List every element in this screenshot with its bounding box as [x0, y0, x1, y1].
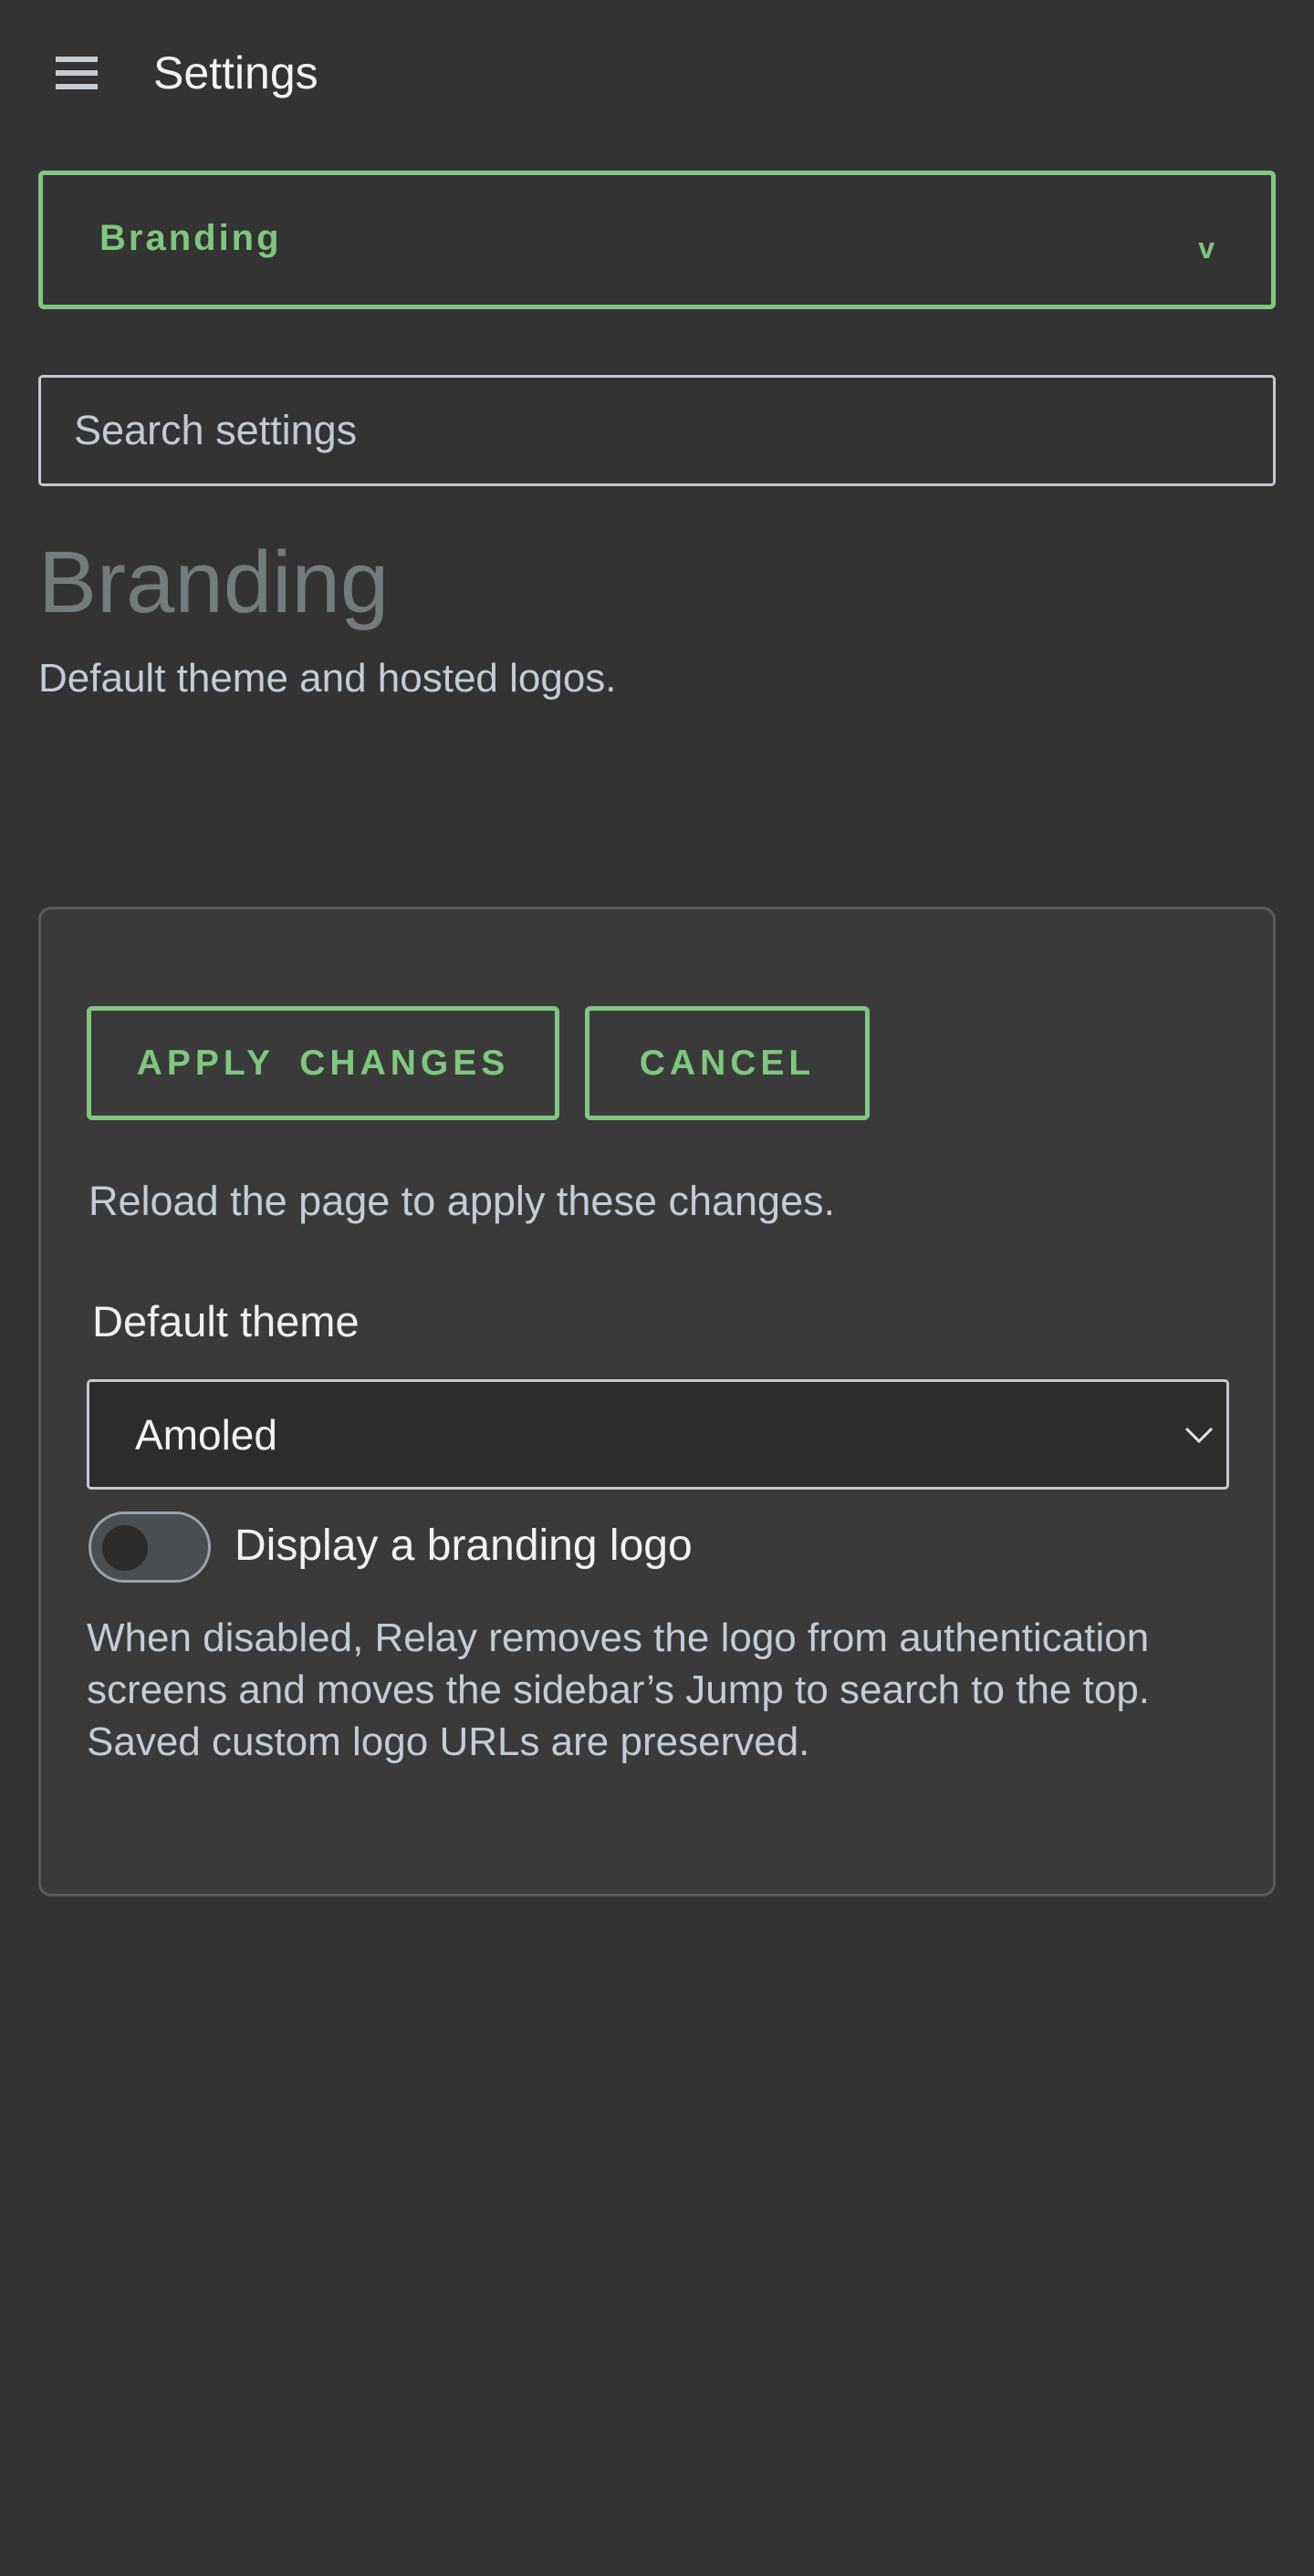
default-theme-value: Amoled	[135, 1411, 277, 1459]
toggle-knob	[102, 1525, 148, 1571]
hamburger-menu-icon	[56, 57, 98, 89]
apply-changes-button[interactable]: APPLY CHANGES	[87, 1006, 559, 1120]
branding-logo-toggle-label: Display a branding logo	[235, 1522, 693, 1570]
menu-button[interactable]	[44, 40, 110, 106]
branding-logo-toggle[interactable]	[89, 1511, 211, 1583]
section-dropdown-value: Branding	[99, 218, 282, 258]
chevron-down-icon	[1184, 1427, 1214, 1444]
page-description: Default theme and hosted logos.	[38, 656, 617, 701]
top-bar: Settings	[0, 0, 1314, 146]
default-theme-label: Default theme	[92, 1297, 360, 1345]
section-dropdown[interactable]: Branding v	[38, 171, 1276, 309]
page-title: Branding	[38, 534, 390, 631]
search-settings-input[interactable]	[38, 375, 1276, 486]
reload-note: Reload the page to apply these changes.	[89, 1178, 836, 1224]
branding-logo-toggle-row: Display a branding logo	[89, 1511, 1184, 1584]
cancel-button[interactable]: CANCEL	[585, 1006, 870, 1120]
default-theme-select[interactable]: Amoled	[87, 1379, 1229, 1490]
chevron-down-icon: v	[1198, 232, 1215, 265]
app-title: Settings	[153, 47, 318, 99]
branding-settings-card: APPLY CHANGES CANCEL Reload the page to …	[38, 907, 1276, 1896]
branding-logo-help-text: When disabled, Relay removes the logo fr…	[87, 1615, 1151, 1764]
